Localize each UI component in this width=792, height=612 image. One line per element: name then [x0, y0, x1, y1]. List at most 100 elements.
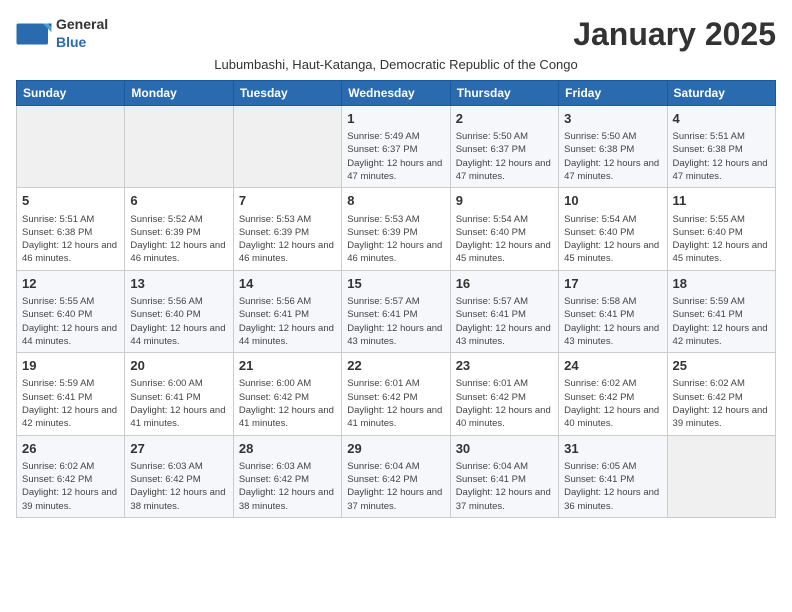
week-row-4: 19Sunrise: 5:59 AM Sunset: 6:41 PM Dayli… [17, 353, 776, 435]
day-number: 17 [564, 275, 661, 293]
calendar-cell: 4 Sunrise: 5:51 AM Sunset: 6:38 PM Daylig… [667, 106, 775, 188]
day-info: Sunrise: 5:51 AM Sunset: 6:38 PM Dayligh… [673, 130, 770, 183]
day-info: Sunrise: 6:03 AM Sunset: 6:42 PM Dayligh… [130, 460, 227, 513]
day-info: Sunrise: 5:49 AM Sunset: 6:37 PM Dayligh… [347, 130, 444, 183]
day-info: Sunrise: 6:00 AM Sunset: 6:41 PM Dayligh… [130, 377, 227, 430]
calendar-cell: 12 Sunrise: 5:55 AM Sunset: 6:40 PM Dayli… [17, 270, 125, 352]
calendar-cell: 15Sunrise: 5:57 AM Sunset: 6:41 PM Dayli… [342, 270, 450, 352]
day-info: Sunrise: 5:53 AM Sunset: 6:39 PM Dayligh… [347, 213, 444, 266]
day-number: 5 [22, 192, 119, 210]
calendar-table: SundayMondayTuesdayWednesdayThursdayFrid… [16, 80, 776, 518]
day-number: 20 [130, 357, 227, 375]
week-row-1: 1 Sunrise: 5:49 AM Sunset: 6:37 PM Daylig… [17, 106, 776, 188]
day-number: 9 [456, 192, 553, 210]
day-number: 30 [456, 440, 553, 458]
weekday-header-sunday: Sunday [17, 81, 125, 106]
day-info: Sunrise: 6:03 AM Sunset: 6:42 PM Dayligh… [239, 460, 336, 513]
day-number: 21 [239, 357, 336, 375]
day-info: Sunrise: 5:59 AM Sunset: 6:41 PM Dayligh… [22, 377, 119, 430]
month-title: January 2025 [573, 16, 776, 53]
calendar-cell: 25 Sunrise: 6:02 AM Sunset: 6:42 PM Dayli… [667, 353, 775, 435]
day-number: 26 [22, 440, 119, 458]
day-number: 3 [564, 110, 661, 128]
day-info: Sunrise: 6:04 AM Sunset: 6:42 PM Dayligh… [347, 460, 444, 513]
calendar-cell: 16 Sunrise: 5:57 AM Sunset: 6:41 PM Dayli… [450, 270, 558, 352]
day-number: 6 [130, 192, 227, 210]
logo-icon [16, 20, 52, 48]
calendar-cell: 18 Sunrise: 5:59 AM Sunset: 6:41 PM Dayli… [667, 270, 775, 352]
calendar-cell: 26 Sunrise: 6:02 AM Sunset: 6:42 PM Dayli… [17, 435, 125, 517]
calendar-cell: 8 Sunrise: 5:53 AM Sunset: 6:39 PM Daylig… [342, 188, 450, 270]
day-number: 2 [456, 110, 553, 128]
day-info: Sunrise: 6:02 AM Sunset: 6:42 PM Dayligh… [564, 377, 661, 430]
calendar-cell: 19Sunrise: 5:59 AM Sunset: 6:41 PM Dayli… [17, 353, 125, 435]
calendar-cell: 5Sunrise: 5:51 AM Sunset: 6:38 PM Daylig… [17, 188, 125, 270]
calendar-cell: 10Sunrise: 5:54 AM Sunset: 6:40 PM Dayli… [559, 188, 667, 270]
calendar-cell: 11Sunrise: 5:55 AM Sunset: 6:40 PM Dayli… [667, 188, 775, 270]
day-info: Sunrise: 6:00 AM Sunset: 6:42 PM Dayligh… [239, 377, 336, 430]
calendar-cell: 14 Sunrise: 5:56 AM Sunset: 6:41 PM Dayli… [233, 270, 341, 352]
logo-general: General [56, 16, 108, 32]
weekday-header-wednesday: Wednesday [342, 81, 450, 106]
day-number: 14 [239, 275, 336, 293]
day-number: 12 [22, 275, 119, 293]
week-row-5: 26 Sunrise: 6:02 AM Sunset: 6:42 PM Dayli… [17, 435, 776, 517]
calendar-cell [233, 106, 341, 188]
calendar-cell: 9 Sunrise: 5:54 AM Sunset: 6:40 PM Daylig… [450, 188, 558, 270]
calendar-cell [17, 106, 125, 188]
day-info: Sunrise: 5:56 AM Sunset: 6:40 PM Dayligh… [130, 295, 227, 348]
day-number: 28 [239, 440, 336, 458]
calendar-cell: 22 Sunrise: 6:01 AM Sunset: 6:42 PM Dayli… [342, 353, 450, 435]
weekday-header-row: SundayMondayTuesdayWednesdayThursdayFrid… [17, 81, 776, 106]
day-info: Sunrise: 5:59 AM Sunset: 6:41 PM Dayligh… [673, 295, 770, 348]
weekday-header-tuesday: Tuesday [233, 81, 341, 106]
day-number: 11 [673, 192, 770, 210]
day-number: 18 [673, 275, 770, 293]
day-number: 1 [347, 110, 444, 128]
logo-text: General Blue [56, 16, 108, 52]
calendar-cell: 29Sunrise: 6:04 AM Sunset: 6:42 PM Dayli… [342, 435, 450, 517]
calendar-cell: 6 Sunrise: 5:52 AM Sunset: 6:39 PM Daylig… [125, 188, 233, 270]
calendar-cell: 21 Sunrise: 6:00 AM Sunset: 6:42 PM Dayli… [233, 353, 341, 435]
weekday-header-thursday: Thursday [450, 81, 558, 106]
day-info: Sunrise: 5:50 AM Sunset: 6:38 PM Dayligh… [564, 130, 661, 183]
day-info: Sunrise: 5:50 AM Sunset: 6:37 PM Dayligh… [456, 130, 553, 183]
day-number: 23 [456, 357, 553, 375]
calendar-cell [125, 106, 233, 188]
logo-blue: Blue [56, 34, 86, 50]
day-info: Sunrise: 6:02 AM Sunset: 6:42 PM Dayligh… [22, 460, 119, 513]
day-info: Sunrise: 5:57 AM Sunset: 6:41 PM Dayligh… [347, 295, 444, 348]
calendar-cell: 17Sunrise: 5:58 AM Sunset: 6:41 PM Dayli… [559, 270, 667, 352]
day-info: Sunrise: 5:55 AM Sunset: 6:40 PM Dayligh… [22, 295, 119, 348]
day-number: 16 [456, 275, 553, 293]
calendar-cell: 24 Sunrise: 6:02 AM Sunset: 6:42 PM Dayli… [559, 353, 667, 435]
day-number: 4 [673, 110, 770, 128]
calendar-cell: 1 Sunrise: 5:49 AM Sunset: 6:37 PM Daylig… [342, 106, 450, 188]
logo: General Blue [16, 16, 108, 52]
subtitle: Lubumbashi, Haut-Katanga, Democratic Rep… [16, 57, 776, 72]
calendar-cell: 23 Sunrise: 6:01 AM Sunset: 6:42 PM Dayli… [450, 353, 558, 435]
day-info: Sunrise: 5:54 AM Sunset: 6:40 PM Dayligh… [456, 213, 553, 266]
day-info: Sunrise: 5:57 AM Sunset: 6:41 PM Dayligh… [456, 295, 553, 348]
day-number: 25 [673, 357, 770, 375]
day-info: Sunrise: 6:01 AM Sunset: 6:42 PM Dayligh… [456, 377, 553, 430]
day-info: Sunrise: 5:56 AM Sunset: 6:41 PM Dayligh… [239, 295, 336, 348]
day-number: 24 [564, 357, 661, 375]
day-number: 8 [347, 192, 444, 210]
day-info: Sunrise: 6:05 AM Sunset: 6:41 PM Dayligh… [564, 460, 661, 513]
calendar-cell: 3 Sunrise: 5:50 AM Sunset: 6:38 PM Daylig… [559, 106, 667, 188]
calendar-cell: 7Sunrise: 5:53 AM Sunset: 6:39 PM Daylig… [233, 188, 341, 270]
calendar-cell [667, 435, 775, 517]
weekday-header-friday: Friday [559, 81, 667, 106]
day-number: 22 [347, 357, 444, 375]
day-number: 13 [130, 275, 227, 293]
calendar-cell: 27Sunrise: 6:03 AM Sunset: 6:42 PM Dayli… [125, 435, 233, 517]
day-info: Sunrise: 5:53 AM Sunset: 6:39 PM Dayligh… [239, 213, 336, 266]
day-info: Sunrise: 5:52 AM Sunset: 6:39 PM Dayligh… [130, 213, 227, 266]
calendar-cell: 13 Sunrise: 5:56 AM Sunset: 6:40 PM Dayli… [125, 270, 233, 352]
weekday-header-monday: Monday [125, 81, 233, 106]
day-info: Sunrise: 6:02 AM Sunset: 6:42 PM Dayligh… [673, 377, 770, 430]
day-info: Sunrise: 6:01 AM Sunset: 6:42 PM Dayligh… [347, 377, 444, 430]
week-row-3: 12 Sunrise: 5:55 AM Sunset: 6:40 PM Dayli… [17, 270, 776, 352]
day-info: Sunrise: 5:54 AM Sunset: 6:40 PM Dayligh… [564, 213, 661, 266]
